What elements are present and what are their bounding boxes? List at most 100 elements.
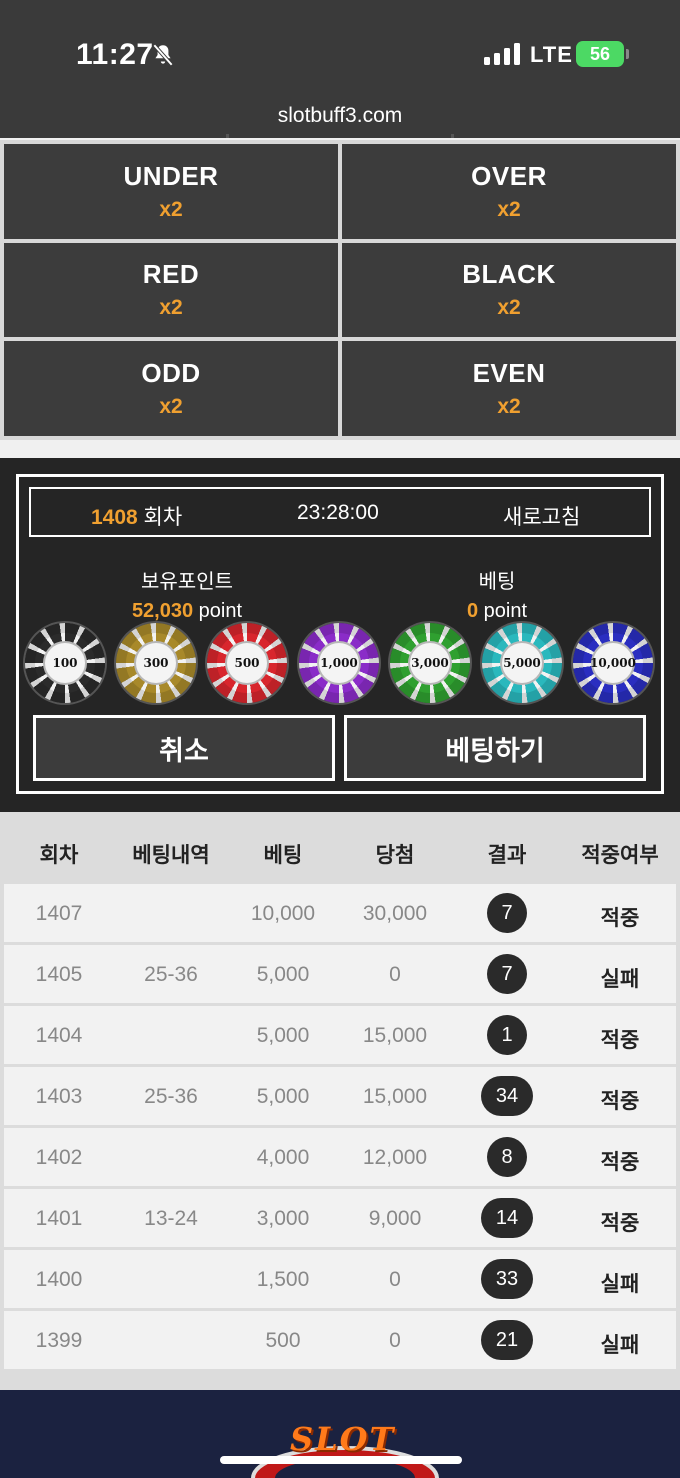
table-row: 1407 10,000 30,000 7 적중	[4, 884, 676, 942]
cell-detail: 13-24	[144, 1207, 198, 1230]
cell-bet: 3,000	[256, 1207, 310, 1230]
cell-round: 1407	[35, 902, 83, 925]
bet-label: 베팅	[478, 571, 516, 593]
holding-unit: point	[193, 600, 243, 622]
cell-detail: 25-36	[144, 1085, 198, 1108]
cell-win: 0	[389, 1329, 401, 1352]
table-row: 1405 25-36 5,000 0 7 실패	[4, 945, 676, 1003]
cell-bet: 4,000	[256, 1146, 310, 1169]
round-timer: 23:28:00	[297, 501, 379, 524]
home-indicator[interactable]	[220, 1456, 462, 1464]
header-win: 당첨	[375, 844, 415, 867]
cell-win: 12,000	[362, 1146, 428, 1169]
chip-label: 500	[225, 641, 269, 685]
table-row: 1402 4,000 12,000 8 적중	[4, 1128, 676, 1186]
table-header: 회차 베팅내역 베팅 당첨 결과 적중여부	[0, 812, 680, 882]
cancel-button[interactable]: 취소	[33, 715, 335, 781]
url-text: slotbuff3.com	[277, 104, 403, 127]
bet-name: UNDER	[123, 160, 219, 191]
place-bet-button[interactable]: 베팅하기	[344, 715, 646, 781]
address-bar[interactable]: slotbuff3.com	[0, 100, 680, 138]
result-ball: 21	[481, 1320, 533, 1360]
header-bet: 베팅	[263, 844, 303, 867]
chip-label: 1,000	[317, 641, 361, 685]
status-time: 11:27	[76, 38, 154, 71]
cell-round: 1403	[35, 1085, 83, 1108]
cell-win: 30,000	[362, 902, 428, 925]
chip-3000[interactable]: 3,000	[390, 623, 470, 703]
bet-black[interactable]: BLACK x2	[342, 242, 676, 338]
result-ball: 34	[481, 1076, 533, 1116]
chip-label: 300	[134, 641, 178, 685]
bet-name: ODD	[141, 358, 201, 389]
cell-win: 15,000	[362, 1024, 428, 1047]
bet-over[interactable]: OVER x2	[342, 144, 676, 239]
cell-outcome: 적중	[600, 1151, 640, 1174]
cell-outcome: 실패	[600, 1334, 640, 1357]
cell-round: 1399	[35, 1329, 83, 1352]
cell-bet: 5,000	[256, 1085, 310, 1108]
bet-history-table: 회차 베팅내역 베팅 당첨 결과 적중여부 1407 10,000 30,000 7 적…	[0, 812, 680, 1390]
chip-5000[interactable]: 5,000	[482, 623, 562, 703]
round-bar: 1408 회차 23:28:00 새로고침	[29, 487, 651, 537]
bet-multiplier: x2	[497, 197, 521, 221]
cell-bet: 1,500	[256, 1268, 310, 1291]
bell-muted-icon	[152, 43, 174, 67]
cell-win: 9,000	[368, 1207, 422, 1230]
cell-outcome: 적중	[600, 1029, 640, 1052]
bet-even[interactable]: EVEN x2	[342, 341, 676, 436]
chip-100[interactable]: 100	[25, 623, 105, 703]
battery-level: 56	[589, 44, 611, 64]
signal-icon	[484, 43, 520, 65]
result-ball: 1	[487, 1015, 527, 1055]
status-bar: 11:27 LTE 56	[0, 0, 680, 100]
cell-outcome: 실패	[600, 1273, 640, 1296]
chip-500[interactable]: 500	[207, 623, 287, 703]
bet-under[interactable]: UNDER x2	[4, 144, 338, 239]
cell-detail: 25-36	[144, 963, 198, 986]
chip-label: 3,000	[408, 641, 452, 685]
bet-options: UNDER x2 OVER x2 RED x2 BLACK x2 ODD x2 …	[0, 140, 680, 440]
footer-banner: SLOT	[0, 1390, 680, 1478]
refresh-button[interactable]: 새로고침	[503, 501, 580, 531]
cell-bet: 5,000	[256, 963, 310, 986]
table-row: 1404 5,000 15,000 1 적중	[4, 1006, 676, 1064]
cell-round: 1404	[35, 1024, 83, 1047]
bet-name: OVER	[471, 160, 547, 191]
cell-outcome: 적중	[600, 907, 640, 930]
bet-multiplier: x2	[497, 395, 521, 419]
betting-panel: 1408 회차 23:28:00 새로고침 보유포인트 52,030 point…	[0, 458, 680, 812]
cell-round: 1402	[35, 1146, 83, 1169]
bet-odd[interactable]: ODD x2	[4, 341, 338, 436]
cell-outcome: 실패	[600, 968, 640, 991]
chip-selector: 100 300 500 1,000 3,000 5,000 10,000	[25, 623, 655, 703]
chip-label: 10,000	[590, 641, 636, 685]
header-outcome: 적중여부	[581, 844, 659, 867]
cell-win: 0	[389, 963, 401, 986]
table-row: 1403 25-36 5,000 15,000 34 적중	[4, 1067, 676, 1125]
cell-outcome: 적중	[600, 1212, 640, 1235]
holding-label: 보유포인트	[141, 571, 233, 593]
header-detail: 베팅내역	[132, 844, 210, 867]
chip-10000[interactable]: 10,000	[573, 623, 653, 703]
bet-red[interactable]: RED x2	[4, 242, 338, 338]
chip-1000[interactable]: 1,000	[299, 623, 379, 703]
bet-name: BLACK	[462, 259, 556, 290]
result-ball: 7	[487, 893, 527, 933]
chip-label: 5,000	[500, 641, 544, 685]
header-round: 회차	[39, 844, 79, 867]
slot-logo: SLOT	[250, 1420, 440, 1478]
bet-multiplier: x2	[159, 395, 183, 419]
holding-points: 보유포인트 52,030 point	[97, 565, 277, 623]
logo-text: SLOT	[290, 1420, 396, 1458]
table-row: 1400 1,500 0 33 실패	[4, 1250, 676, 1308]
result-ball: 8	[487, 1137, 527, 1177]
chip-300[interactable]: 300	[116, 623, 196, 703]
table-row: 1401 13-24 3,000 9,000 14 적중	[4, 1189, 676, 1247]
tab-divider	[226, 134, 229, 138]
cell-round: 1405	[35, 963, 83, 986]
cell-bet: 500	[265, 1329, 301, 1352]
result-ball: 7	[487, 954, 527, 994]
bet-multiplier: x2	[159, 197, 183, 221]
holding-value: 52,030	[131, 600, 194, 622]
